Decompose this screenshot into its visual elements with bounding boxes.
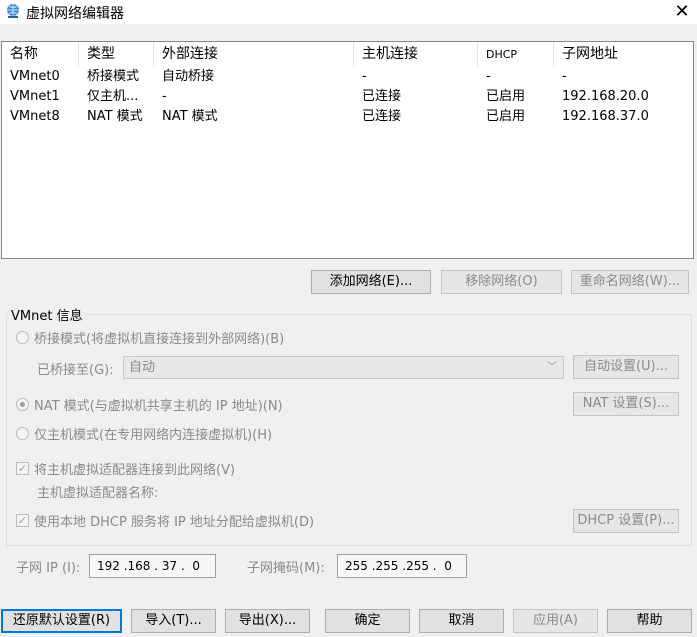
cell-external: - xyxy=(162,89,167,104)
cell-external: NAT 模式 xyxy=(162,109,218,124)
nat-mode-radio[interactable] xyxy=(16,398,29,411)
host-only-radio[interactable] xyxy=(16,427,29,440)
cell-name: VMnet8 xyxy=(10,109,60,124)
import-button[interactable]: 导入(T)... xyxy=(131,609,216,633)
bridged-to-label: 已桥接至(G): xyxy=(37,363,114,378)
column-header-external[interactable]: 外部连接 xyxy=(154,42,354,67)
cell-subnet: 192.168.37.0 xyxy=(562,109,649,124)
column-header-name[interactable]: 名称 xyxy=(2,42,79,67)
subnet-ip-input[interactable]: 192 .168 . 37 . 0 xyxy=(89,554,216,578)
cell-dhcp: 已启用 xyxy=(486,89,526,104)
cell-dhcp: - xyxy=(486,69,491,84)
export-button[interactable]: 导出(X)... xyxy=(225,609,310,633)
bridged-to-value: 自动 xyxy=(129,360,156,375)
subnet-mask-input[interactable]: 255 .255 .255 . 0 xyxy=(337,554,467,578)
subnet-mask-label: 子网掩码(M): xyxy=(247,561,325,576)
remove-network-button[interactable]: 移除网络(O) xyxy=(441,270,562,294)
cell-name: VMnet1 xyxy=(10,89,60,104)
subnet-ip-label: 子网 IP (I): xyxy=(16,561,81,576)
divider xyxy=(16,545,679,546)
cell-type: 桥接模式 xyxy=(87,69,140,84)
column-header-subnet[interactable]: 子网地址 xyxy=(554,42,693,67)
table-row[interactable]: VMnet0 桥接模式 自动桥接 - - - xyxy=(2,67,693,87)
host-only-label[interactable]: 仅主机模式(在专用网络内连接虚拟机)(H) xyxy=(34,424,272,443)
bridge-mode-label[interactable]: 桥接模式(将虚拟机直接连接到外部网络)(B) xyxy=(34,328,284,347)
cell-host: 已连接 xyxy=(362,89,402,104)
chevron-down-icon: ﹀ xyxy=(547,362,557,373)
cell-dhcp: 已启用 xyxy=(486,109,526,124)
bridge-mode-radio[interactable] xyxy=(16,331,29,344)
use-dhcp-label[interactable]: 使用本地 DHCP 服务将 IP 地址分配给虚拟机(D) xyxy=(34,511,314,530)
cell-type: 仅主机... xyxy=(87,89,139,104)
window-title: 虚拟网络编辑器 xyxy=(26,6,124,22)
network-globe-icon xyxy=(7,4,19,18)
dhcp-settings-button[interactable]: DHCP 设置(P)... xyxy=(573,509,679,533)
network-table[interactable]: 名称 类型 外部连接 主机连接 DHCP 子网地址 VMnet0 桥接模式 自动… xyxy=(1,41,694,259)
use-dhcp-checkbox[interactable]: ✓ xyxy=(16,514,29,527)
connect-adapter-label[interactable]: 将主机虚拟适配器连接到此网络(V) xyxy=(34,459,235,478)
auto-settings-button[interactable]: 自动设置(U)... xyxy=(573,355,679,379)
add-network-button[interactable]: 添加网络(E)... xyxy=(311,270,431,294)
table-row[interactable]: VMnet1 仅主机... - 已连接 已启用 192.168.20.0 xyxy=(2,87,693,107)
nat-mode-label[interactable]: NAT 模式(与虚拟机共享主机的 IP 地址)(N) xyxy=(34,395,283,414)
rename-network-button[interactable]: 重命名网络(W)... xyxy=(571,270,689,294)
cell-host: 已连接 xyxy=(362,109,402,124)
vmnet-info-title: VMnet 信息 xyxy=(9,305,85,324)
nat-settings-button[interactable]: NAT 设置(S)... xyxy=(573,392,679,416)
cell-name: VMnet0 xyxy=(10,69,60,84)
connect-adapter-checkbox[interactable]: ✓ xyxy=(16,462,29,475)
close-icon[interactable]: ✕ xyxy=(671,1,693,23)
cell-host: - xyxy=(362,69,367,84)
cell-type: NAT 模式 xyxy=(87,109,143,124)
restore-defaults-button[interactable]: 还原默认设置(R) xyxy=(1,609,122,633)
table-row[interactable]: VMnet8 NAT 模式 NAT 模式 已连接 已启用 192.168.37.… xyxy=(2,107,693,127)
ok-button[interactable]: 确定 xyxy=(325,609,410,633)
column-header-dhcp[interactable]: DHCP xyxy=(478,42,554,67)
bridged-to-select[interactable]: 自动 ﹀ xyxy=(123,356,564,379)
column-header-host[interactable]: 主机连接 xyxy=(354,42,478,67)
cancel-button[interactable]: 取消 xyxy=(419,609,504,633)
column-header-type[interactable]: 类型 xyxy=(79,42,154,67)
adapter-name-label: 主机虚拟适配器名称: xyxy=(37,486,159,501)
cell-external: 自动桥接 xyxy=(162,69,215,84)
help-button[interactable]: 帮助 xyxy=(607,609,692,633)
table-header: 名称 类型 外部连接 主机连接 DHCP 子网地址 xyxy=(2,42,693,67)
title-bar: 虚拟网络编辑器 ✕ xyxy=(0,0,697,24)
apply-button[interactable]: 应用(A) xyxy=(513,609,598,633)
cell-subnet: - xyxy=(562,69,567,84)
cell-subnet: 192.168.20.0 xyxy=(562,89,649,104)
